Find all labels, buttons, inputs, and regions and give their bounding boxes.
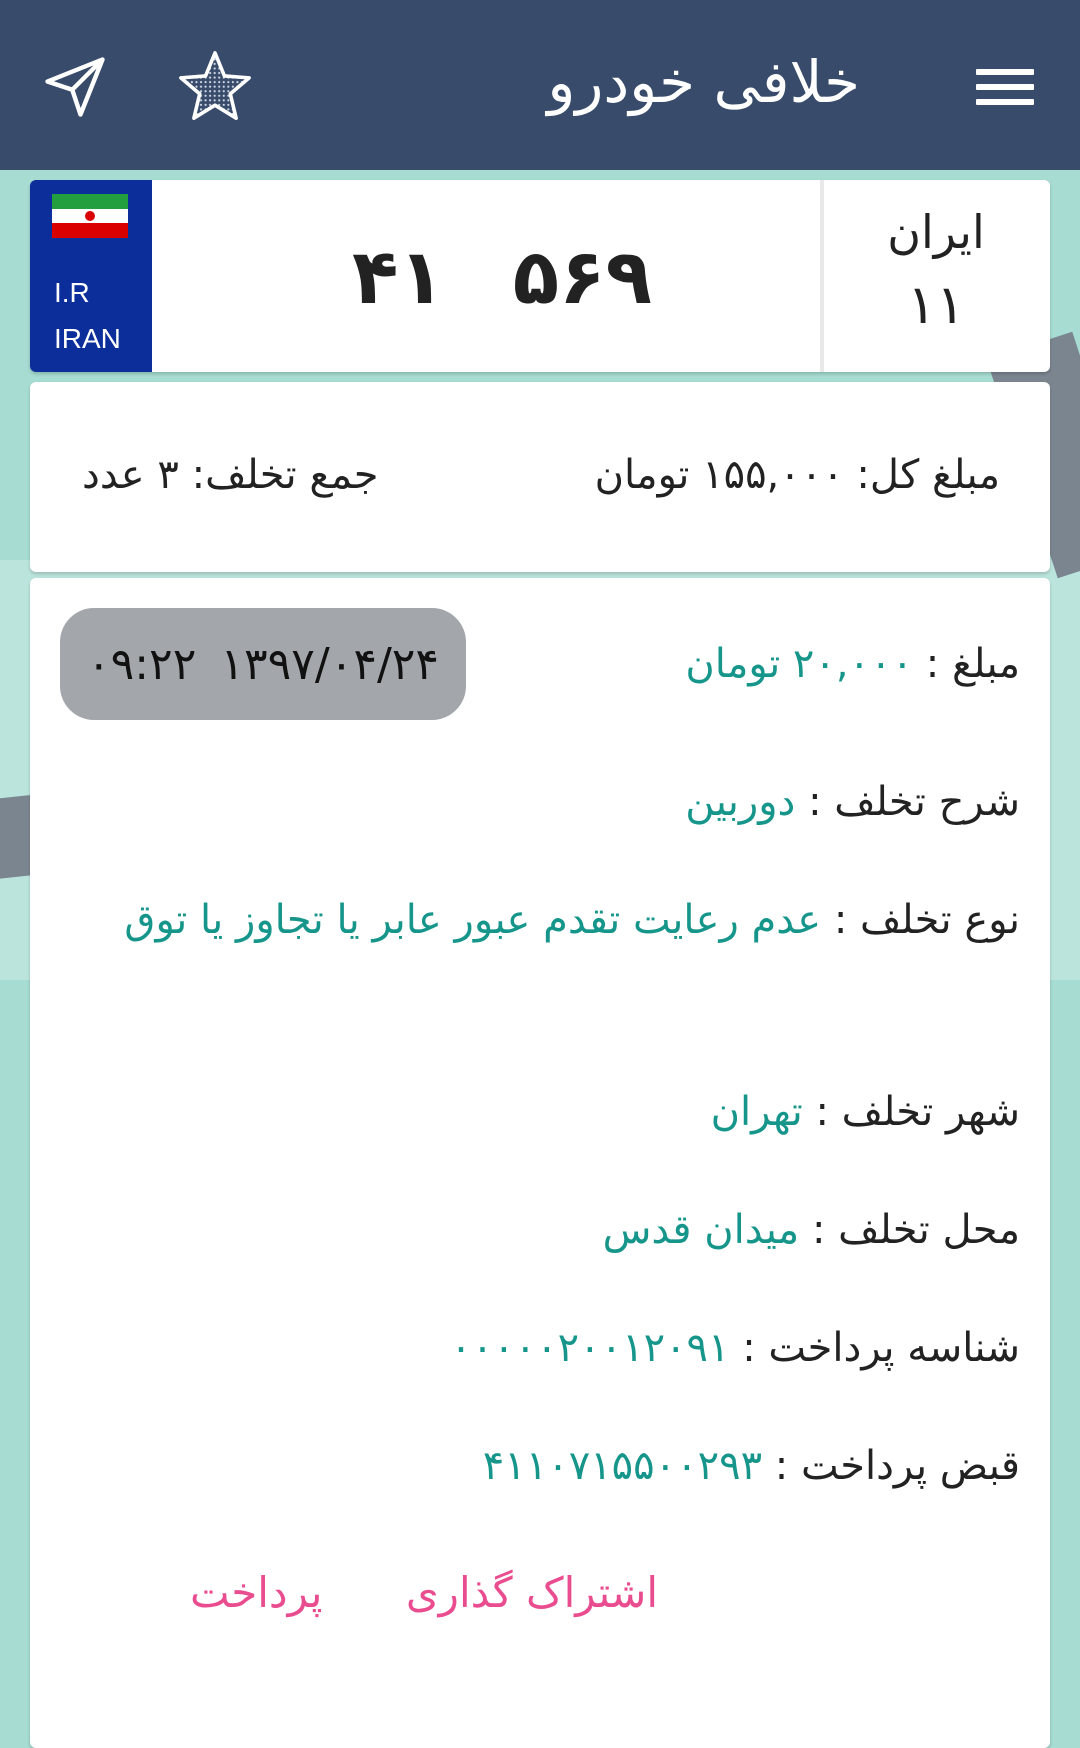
- payment-id-row: شناسه پرداخت : ۰۰۰۰۰۲۰۰۱۲۰۹۱: [450, 1310, 1020, 1386]
- amount-row: مبلغ : ۲۰,۰۰۰ تومان: [685, 626, 1020, 702]
- plate-region-label: ایران: [887, 205, 985, 259]
- description-row: شرح تخلف : دوربین: [685, 764, 1020, 840]
- violation-time: ۰۹:۲۲: [86, 638, 197, 690]
- total-amount: مبلغ کل: ۱۵۵,۰۰۰ تومان: [594, 452, 1000, 498]
- violation-card: ۱۳۹۷/۰۴/۲۴ ۰۹:۲۲ مبلغ : ۲۰,۰۰۰ تومان شرح…: [30, 578, 1050, 1748]
- plate-country-code: I.R: [54, 277, 90, 308]
- plate-region: ایران ۱۱: [822, 180, 1050, 372]
- type-row: نوع تخلف : عدم رعایت تقدم عبور عابر یا ت…: [100, 882, 1020, 958]
- amount-label: مبلغ :: [913, 641, 1020, 687]
- description-value: دوربین: [685, 779, 796, 825]
- violations-summary: مبلغ کل: ۱۵۵,۰۰۰ تومان جمع تخلف: ۳ عدد: [30, 382, 1050, 572]
- plate-number: ۴۱ ۵۶۹: [152, 180, 852, 372]
- plate-country-name: IRAN: [54, 323, 121, 354]
- pay-button[interactable]: پرداخت: [190, 1558, 322, 1628]
- bill-id-value: ۴۱۱۰۷۱۵۵۰۰۲۹۳: [482, 1443, 763, 1489]
- share-button[interactable]: اشتراک گذاری: [406, 1558, 658, 1628]
- location-value: میدان قدس: [602, 1207, 800, 1253]
- plate-number-right: ۵۶۹: [512, 231, 652, 321]
- city-row: شهر تخلف : تهران: [711, 1074, 1020, 1150]
- violation-count: جمع تخلف: ۳ عدد: [82, 452, 379, 498]
- hamburger-icon[interactable]: [950, 32, 1060, 142]
- payment-id-label: شناسه پرداخت :: [729, 1325, 1020, 1371]
- violation-date: ۱۳۹۷/۰۴/۲۴: [220, 638, 440, 690]
- plate-region-code: ۱۱: [906, 273, 965, 336]
- city-label: شهر تخلف :: [802, 1089, 1020, 1135]
- iran-flag-icon: [52, 194, 128, 238]
- violation-datetime-badge: ۱۳۹۷/۰۴/۲۴ ۰۹:۲۲: [60, 608, 466, 720]
- star-icon[interactable]: [160, 32, 270, 142]
- type-label: نوع تخلف :: [821, 897, 1020, 943]
- card-actions: اشتراک گذاری پرداخت: [120, 1558, 658, 1628]
- amount-value: ۲۰,۰۰۰ تومان: [685, 641, 914, 687]
- page-title: خلافی خودرو: [547, 48, 860, 116]
- location-label: محل تخلف :: [799, 1207, 1020, 1253]
- description-label: شرح تخلف :: [795, 779, 1020, 825]
- city-value: تهران: [710, 1089, 803, 1135]
- bill-id-row: قبض پرداخت : ۴۱۱۰۷۱۵۵۰۰۲۹۳: [483, 1428, 1020, 1504]
- app-bar: خلافی خودرو: [0, 0, 1080, 170]
- plate-number-left: ۴۱: [352, 231, 445, 321]
- type-value: عدم رعایت تقدم عبور عابر یا تجاوز یا توق: [124, 897, 822, 943]
- license-plate: I.R IRAN ۴۱ ۵۶۹ ایران ۱۱: [30, 180, 1050, 372]
- location-row: محل تخلف : میدان قدس: [603, 1192, 1020, 1268]
- send-icon[interactable]: [20, 32, 130, 142]
- bill-id-label: قبض پرداخت :: [762, 1443, 1020, 1489]
- plate-country-strip: I.R IRAN: [30, 180, 152, 372]
- payment-id-value: ۰۰۰۰۰۲۰۰۱۲۰۹۱: [450, 1325, 730, 1371]
